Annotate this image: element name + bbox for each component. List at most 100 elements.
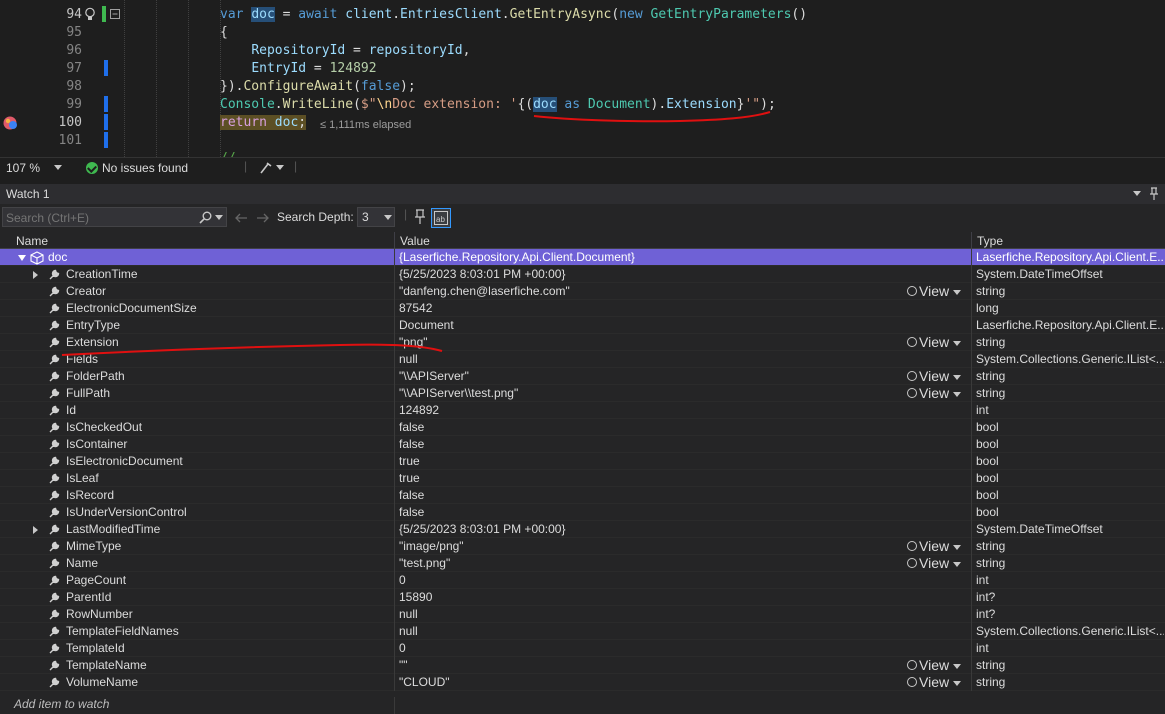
- watch-row[interactable]: ParentId 15890 int?: [0, 589, 1165, 606]
- view-button[interactable]: View: [907, 538, 962, 555]
- watch-row[interactable]: IsUnderVersionControl false bool: [0, 504, 1165, 521]
- column-name-header[interactable]: Name: [16, 234, 48, 248]
- watch-value[interactable]: "": [399, 657, 904, 674]
- view-button[interactable]: View: [907, 385, 962, 402]
- watch-value[interactable]: {5/25/2023 8:03:01 PM +00:00}: [399, 521, 904, 538]
- view-button[interactable]: View: [907, 368, 962, 385]
- code-line-95: 95 {: [0, 24, 1165, 42]
- add-watch-row[interactable]: Add item to watch: [0, 697, 1165, 714]
- watch-value[interactable]: Document: [399, 317, 904, 334]
- issues-status[interactable]: No issues found: [102, 161, 188, 175]
- watch-value[interactable]: false: [399, 487, 904, 504]
- chevron-down-icon: [953, 340, 962, 346]
- expand-toggle-icon[interactable]: [18, 255, 26, 261]
- watch-row[interactable]: Name "test.png" View string: [0, 555, 1165, 572]
- watch-value[interactable]: false: [399, 419, 904, 436]
- watch-row[interactable]: Id 124892 int: [0, 402, 1165, 419]
- chevron-down-icon[interactable]: [276, 165, 284, 171]
- watch-value[interactable]: 0: [399, 572, 904, 589]
- watch-row[interactable]: IsElectronicDocument true bool: [0, 453, 1165, 470]
- watch-row-root[interactable]: doc {Laserfiche.Repository.Api.Client.Do…: [0, 249, 1165, 266]
- watch-value[interactable]: null: [399, 623, 904, 640]
- view-button[interactable]: View: [907, 555, 962, 572]
- object-icon: [30, 251, 44, 265]
- magnifier-icon: [907, 286, 917, 296]
- lightbulb-icon[interactable]: [84, 7, 96, 22]
- watch-value[interactable]: "danfeng.chen@laserfiche.com": [399, 283, 904, 300]
- chevron-down-icon[interactable]: [1133, 191, 1141, 197]
- pin-icon[interactable]: [1148, 187, 1160, 201]
- watch-value[interactable]: true: [399, 453, 904, 470]
- column-separator[interactable]: [394, 232, 395, 249]
- watch-row[interactable]: FolderPath "\\APIServer" View string: [0, 368, 1165, 385]
- brush-icon[interactable]: [258, 161, 274, 175]
- watch-value[interactable]: "CLOUD": [399, 674, 904, 691]
- line-number: 98: [66, 79, 82, 94]
- collapse-icon[interactable]: [110, 9, 121, 20]
- watch-row[interactable]: TemplateFieldNames null System.Collections…: [0, 623, 1165, 640]
- watch-row[interactable]: IsContainer false bool: [0, 436, 1165, 453]
- watch-value[interactable]: 0: [399, 640, 904, 657]
- watch-value[interactable]: "\\APIServer\\test.png": [399, 385, 904, 402]
- search-depth-select[interactable]: 3: [357, 207, 395, 227]
- watch-row[interactable]: Creator "danfeng.chen@laserfiche.com" View…: [0, 283, 1165, 300]
- watch-value[interactable]: false: [399, 504, 904, 521]
- column-type-header[interactable]: Type: [977, 234, 1003, 248]
- pin-filter-icon[interactable]: [413, 209, 427, 225]
- add-item-placeholder[interactable]: Add item to watch: [14, 697, 109, 711]
- watch-value[interactable]: "png": [399, 334, 904, 351]
- expand-toggle-icon[interactable]: [33, 526, 38, 534]
- watch-value[interactable]: false: [399, 436, 904, 453]
- watch-row[interactable]: PageCount 0 int: [0, 572, 1165, 589]
- watch-row[interactable]: VolumeName "CLOUD" View string: [0, 674, 1165, 691]
- watch-row[interactable]: Fields null System.Collections.Generic.ILi…: [0, 351, 1165, 368]
- watch-value[interactable]: true: [399, 470, 904, 487]
- debug-breakpoint-icon[interactable]: [2, 115, 20, 131]
- watch-row[interactable]: TemplateId 0 int: [0, 640, 1165, 657]
- watch-value[interactable]: 87542: [399, 300, 904, 317]
- watch-value[interactable]: "test.png": [399, 555, 904, 572]
- search-input[interactable]: [6, 210, 191, 225]
- chevron-down-icon[interactable]: [215, 215, 223, 221]
- watch-value[interactable]: 15890: [399, 589, 904, 606]
- view-button[interactable]: View: [907, 657, 962, 674]
- property-wrench-icon: [49, 575, 60, 586]
- watch-value[interactable]: null: [399, 606, 904, 623]
- search-box[interactable]: [2, 207, 227, 227]
- watch-value[interactable]: "\\APIServer": [399, 368, 904, 385]
- watch-row[interactable]: CreationTime {5/25/2023 8:03:01 PM +00:00…: [0, 266, 1165, 283]
- watch-row[interactable]: IsRecord false bool: [0, 487, 1165, 504]
- column-separator[interactable]: [971, 232, 972, 249]
- watch-value[interactable]: 124892: [399, 402, 904, 419]
- view-button[interactable]: View: [907, 283, 962, 300]
- watch-value[interactable]: {5/25/2023 8:03:01 PM +00:00}: [399, 266, 904, 283]
- watch-row[interactable]: EntryType Document Laserfiche.Repository.A…: [0, 317, 1165, 334]
- search-icon[interactable]: [199, 211, 212, 224]
- column-value-header[interactable]: Value: [400, 234, 430, 248]
- column-separator: [394, 402, 395, 419]
- arrow-right-icon[interactable]: [256, 212, 270, 224]
- watch-row[interactable]: Extension "png" View string: [0, 334, 1165, 351]
- watch-row[interactable]: IsLeaf true bool: [0, 470, 1165, 487]
- watch-row[interactable]: RowNumber null int?: [0, 606, 1165, 623]
- watch-name: EntryType: [66, 318, 121, 332]
- expand-toggle-icon[interactable]: [33, 271, 38, 279]
- hex-display-toggle[interactable]: ab: [431, 208, 451, 228]
- watch-value[interactable]: null: [399, 351, 904, 368]
- watch-row[interactable]: IsCheckedOut false bool: [0, 419, 1165, 436]
- watch-row[interactable]: LastModifiedTime {5/25/2023 8:03:01 PM +0…: [0, 521, 1165, 538]
- view-button[interactable]: View: [907, 334, 962, 351]
- watch-value[interactable]: {Laserfiche.Repository.Api.Client.Docume…: [399, 249, 969, 266]
- view-button[interactable]: View: [907, 674, 962, 691]
- code-line-partial: //: [0, 150, 1165, 157]
- watch-row[interactable]: TemplateName "" View string: [0, 657, 1165, 674]
- watch-row[interactable]: ElectronicDocumentSize 87542 long: [0, 300, 1165, 317]
- arrow-left-icon[interactable]: [234, 212, 248, 224]
- chevron-down-icon[interactable]: [54, 165, 62, 171]
- watch-value[interactable]: "image/png": [399, 538, 904, 555]
- zoom-level[interactable]: 107 %: [6, 161, 40, 175]
- code-editor[interactable]: 94 var doc = await client.EntriesClient.…: [0, 0, 1165, 157]
- column-separator: [394, 640, 395, 657]
- watch-row[interactable]: FullPath "\\APIServer\\test.png" View strin…: [0, 385, 1165, 402]
- watch-row[interactable]: MimeType "image/png" View string: [0, 538, 1165, 555]
